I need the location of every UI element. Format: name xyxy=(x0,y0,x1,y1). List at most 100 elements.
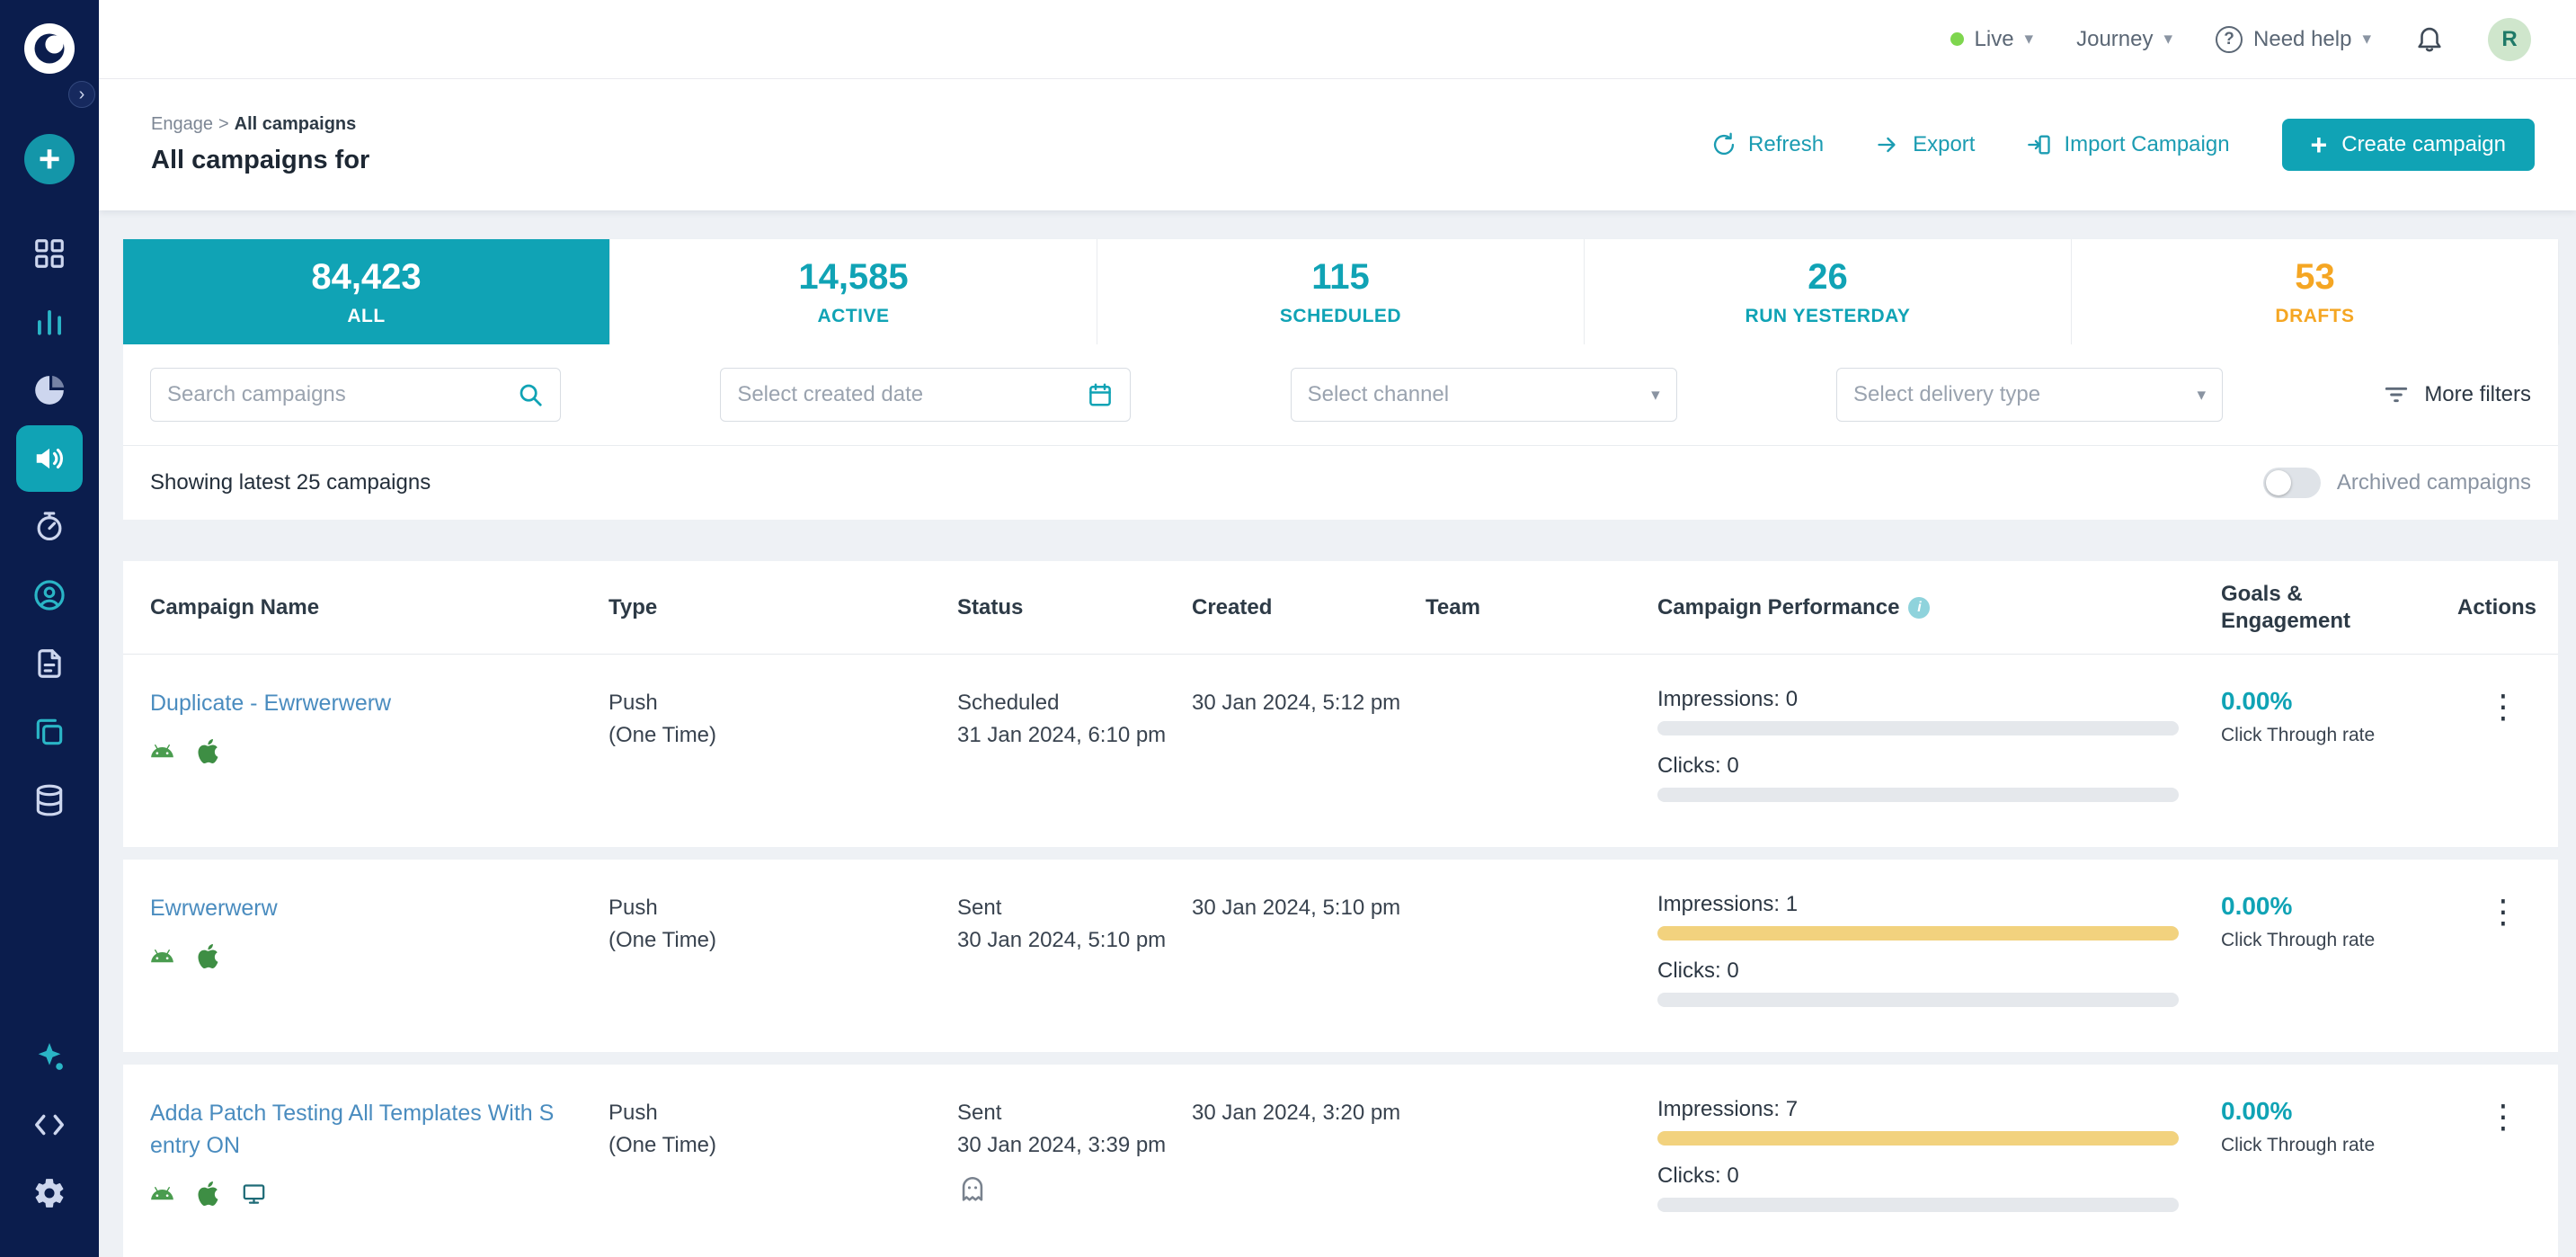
toggle-knob xyxy=(2265,470,2291,495)
apple-icon xyxy=(196,1181,220,1210)
goal-value: 0.00% xyxy=(2221,687,2293,715)
tab-scheduled-label: SCHEDULED xyxy=(1279,305,1402,326)
actions-cell: ⋮ xyxy=(2457,1097,2558,1137)
tab-drafts[interactable]: 53 DRAFTS xyxy=(2072,239,2558,344)
create-campaign-label: Create campaign xyxy=(2341,132,2506,156)
import-campaign-button[interactable]: Import Campaign xyxy=(2027,132,2230,157)
sidebar-item-integrations[interactable] xyxy=(16,1023,83,1090)
clicks-label: Clicks: 0 xyxy=(1657,753,1739,778)
tab-active-label: ACTIVE xyxy=(817,305,890,326)
quick-create-button[interactable]: + xyxy=(24,134,75,184)
sidebar-item-account[interactable] xyxy=(16,562,83,628)
column-team[interactable]: Team xyxy=(1426,594,1657,621)
chevron-down-icon: ▾ xyxy=(1651,385,1660,405)
delivery-type-select[interactable]: Select delivery type ▾ xyxy=(1835,368,2223,422)
impressions-label: Impressions: 0 xyxy=(1657,687,1799,711)
refresh-icon xyxy=(1713,132,1735,156)
search-icon[interactable] xyxy=(517,381,544,408)
export-arrow-icon xyxy=(1878,137,1896,153)
android-icon xyxy=(150,739,174,768)
campaign-name-link[interactable]: Adda Patch Testing All Templates With S … xyxy=(150,1097,573,1162)
import-box-icon xyxy=(2028,135,2051,155)
page-header: Engage > All campaigns All campaigns for R… xyxy=(99,79,2576,210)
type-cell: Push (One Time) xyxy=(608,691,717,747)
live-status-dot xyxy=(1950,32,1964,46)
avatar-initial: R xyxy=(2501,26,2518,51)
campaign-name-cell: Ewrwerwerw xyxy=(150,892,608,973)
tab-scheduled[interactable]: 115 SCHEDULED xyxy=(1097,239,1585,344)
sidebar-item-dashboard[interactable] xyxy=(16,220,83,287)
logo-icon xyxy=(34,33,65,64)
column-actions: Actions xyxy=(2457,594,2537,620)
sidebar-item-templates[interactable] xyxy=(16,699,83,765)
clicks-label: Clicks: 0 xyxy=(1657,1163,1739,1188)
ghost-preview-icon xyxy=(957,1174,1170,1215)
channel-select[interactable]: Select channel ▾ xyxy=(1290,368,1677,422)
goal-value: 0.00% xyxy=(2221,1097,2293,1125)
sidebar-item-analytics[interactable] xyxy=(16,289,83,355)
row-actions-button[interactable]: ⋮ xyxy=(2478,687,2528,727)
created-cell: 30 Jan 2024, 5:10 pm xyxy=(1192,896,1401,920)
sparkle-icon xyxy=(38,1042,63,1070)
refresh-label: Refresh xyxy=(1748,132,1825,156)
campaign-name-link[interactable]: Duplicate - Ewrwerwerw xyxy=(150,687,391,719)
live-menu[interactable]: Live ▾ xyxy=(1950,27,2033,52)
goals-cell: 0.00% Click Through rate xyxy=(2221,687,2457,746)
row-actions-button[interactable]: ⋮ xyxy=(2478,1097,2528,1137)
column-type[interactable]: Type xyxy=(608,594,957,621)
impressions-label: Impressions: 1 xyxy=(1657,892,1799,916)
user-avatar[interactable]: R xyxy=(2488,17,2531,61)
search-input[interactable] xyxy=(167,382,506,407)
need-help-menu[interactable]: ? Need help ▾ xyxy=(2216,25,2371,53)
column-status[interactable]: Status xyxy=(957,594,1192,621)
megaphone-icon xyxy=(36,448,63,469)
performance-cell: Impressions: 1 Clicks: 0 xyxy=(1657,892,2221,1025)
column-campaign-performance[interactable]: Campaign Performance i xyxy=(1657,594,2221,621)
app-logo[interactable] xyxy=(24,23,75,74)
type-cell: Push (One Time) xyxy=(608,896,717,952)
type-cell: Push (One Time) xyxy=(608,1101,717,1157)
pie-chart-icon xyxy=(35,375,65,405)
breadcrumb-current: All campaigns xyxy=(234,114,357,134)
content-area: 84,423 ALL 14,585 ACTIVE 115 SCHEDULED 2… xyxy=(99,210,2576,1257)
sidebar-item-campaigns[interactable] xyxy=(16,425,83,492)
column-created[interactable]: Created xyxy=(1192,594,1426,621)
sidebar-item-documents[interactable] xyxy=(16,630,83,697)
goal-value: 0.00% xyxy=(2221,892,2293,920)
sidebar-item-data[interactable] xyxy=(16,767,83,834)
sidebar-item-segments[interactable] xyxy=(16,357,83,423)
info-icon[interactable]: i xyxy=(1908,596,1931,619)
tab-all-count: 84,423 xyxy=(311,256,422,297)
refresh-button[interactable]: Refresh xyxy=(1711,132,1824,157)
sidebar-item-recent[interactable] xyxy=(16,494,83,560)
create-campaign-button[interactable]: + Create campaign xyxy=(2281,119,2535,171)
journey-menu[interactable]: Journey ▾ xyxy=(2076,27,2172,52)
impressions-label: Impressions: 7 xyxy=(1657,1097,1799,1121)
campaign-name-link[interactable]: Ewrwerwerw xyxy=(150,892,278,924)
more-filters-button[interactable]: More filters xyxy=(2382,380,2531,409)
showing-count-text: Showing latest 25 campaigns xyxy=(150,470,431,495)
actions-cell: ⋮ xyxy=(2457,892,2558,932)
breadcrumb-section[interactable]: Engage xyxy=(151,114,213,134)
gear-icon xyxy=(35,1179,64,1208)
sidebar-expand-button[interactable]: › xyxy=(68,81,95,108)
sidebar-item-developer[interactable] xyxy=(16,1092,83,1158)
calendar-icon[interactable] xyxy=(1087,381,1114,408)
goal-label: Click Through rate xyxy=(2221,930,2376,950)
notifications-button[interactable] xyxy=(2414,22,2445,56)
plus-icon: + xyxy=(38,138,61,180)
column-campaign-name[interactable]: Campaign Name xyxy=(150,594,608,621)
tab-run-yesterday[interactable]: 26 RUN YESTERDAY xyxy=(1585,239,2072,344)
table-row: Adda Patch Testing All Templates With S … xyxy=(123,1065,2558,1257)
created-date-input[interactable] xyxy=(737,382,1077,407)
export-button[interactable]: Export xyxy=(1876,132,1975,157)
tab-active[interactable]: 14,585 ACTIVE xyxy=(610,239,1097,344)
plus-icon: + xyxy=(2310,129,2328,161)
column-goals-engagement[interactable]: Goals & Engagement xyxy=(2221,581,2457,635)
row-actions-button[interactable]: ⋮ xyxy=(2478,892,2528,932)
clicks-bar xyxy=(1657,1198,2179,1212)
tab-all[interactable]: 84,423 ALL xyxy=(123,239,610,344)
archived-campaigns-toggle[interactable] xyxy=(2262,468,2321,498)
performance-cell: Impressions: 7 Clicks: 0 xyxy=(1657,1097,2221,1230)
sidebar-item-settings[interactable] xyxy=(16,1160,83,1226)
